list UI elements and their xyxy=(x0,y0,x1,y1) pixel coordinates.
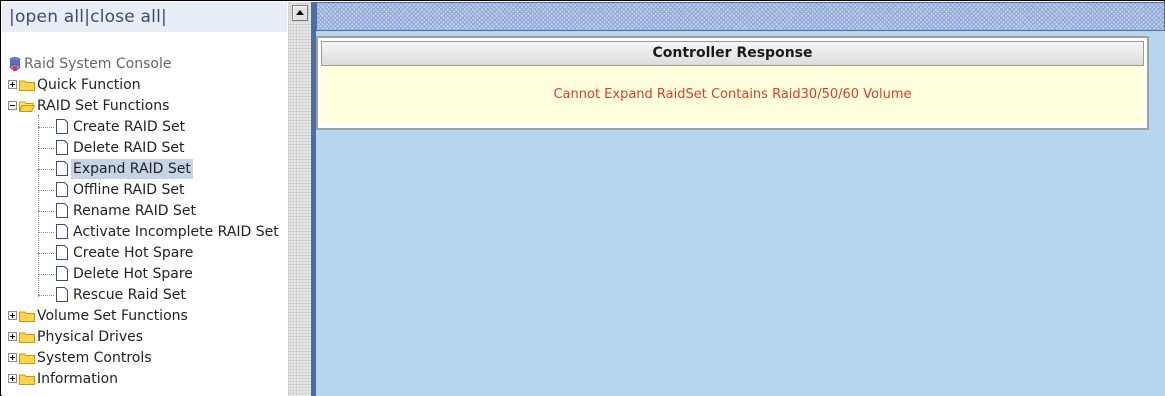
page-icon xyxy=(56,245,68,260)
tree-folder-raid-set-functions[interactable]: RAID Set Functions xyxy=(2,96,288,116)
expand-plus-icon[interactable] xyxy=(8,311,17,320)
tree-item-create-raid-set[interactable]: Create RAID Set xyxy=(2,117,288,137)
error-message: Cannot Expand RaidSet Contains Raid30/50… xyxy=(321,66,1144,124)
tree-item-label: Rename RAID Set xyxy=(73,203,196,219)
tree-folder-volume-set-functions[interactable]: Volume Set Functions xyxy=(2,306,288,326)
tree-toolbar: |open all|close all| xyxy=(2,2,287,32)
tree-item-rescue-raid-set[interactable]: Rescue Raid Set xyxy=(2,285,288,305)
controller-response-panel: Controller Response Cannot Expand RaidSe… xyxy=(316,36,1149,130)
close-all-link[interactable]: close all xyxy=(90,7,161,27)
tree-item-rename-raid-set[interactable]: Rename RAID Set xyxy=(2,201,288,221)
scroll-up-arrow-icon[interactable] xyxy=(292,5,308,21)
tree-item-activate-incomplete-raid-set[interactable]: Activate Incomplete RAID Set xyxy=(2,222,288,242)
tree-item-label: Create RAID Set xyxy=(73,119,186,135)
page-icon xyxy=(56,224,68,239)
tree-folder-quick-function[interactable]: Quick Function xyxy=(2,75,288,95)
page-icon xyxy=(56,119,68,134)
tree-item-delete-hot-spare[interactable]: Delete Hot Spare xyxy=(2,264,288,284)
tree-item-label-selected: Expand RAID Set xyxy=(71,159,193,179)
tree-root-label: Raid System Console xyxy=(24,56,172,72)
expand-plus-icon[interactable] xyxy=(8,353,17,362)
tree-folder-label: Information xyxy=(37,371,119,387)
tree-folder-system-controls[interactable]: System Controls xyxy=(2,348,288,368)
tree-item-label: Delete RAID Set xyxy=(73,140,185,156)
folder-icon xyxy=(19,332,35,343)
content-pane: Controller Response Cannot Expand RaidSe… xyxy=(316,2,1165,396)
page-icon xyxy=(56,140,68,155)
tree-item-label: Rescue Raid Set xyxy=(73,287,186,303)
tree-item-label: Create Hot Spare xyxy=(73,245,194,261)
folder-icon xyxy=(19,80,35,91)
tree-folder-label: RAID Set Functions xyxy=(37,98,170,114)
page-icon xyxy=(56,287,68,302)
expand-plus-icon[interactable] xyxy=(8,332,17,341)
navigation-tree-pane: |open all|close all| Raid System Console… xyxy=(2,2,311,396)
open-close-links: |open all|close all| xyxy=(9,7,167,27)
panel-title: Controller Response xyxy=(321,41,1144,66)
open-all-link[interactable]: open all xyxy=(15,7,84,27)
tree-folder-physical-drives[interactable]: Physical Drives xyxy=(2,327,288,347)
collapse-minus-icon[interactable] xyxy=(8,101,17,110)
tree-item-create-hot-spare[interactable]: Create Hot Spare xyxy=(2,243,288,263)
tree-folder-information[interactable]: Information xyxy=(2,369,288,389)
folder-icon xyxy=(19,374,35,385)
expand-plus-icon[interactable] xyxy=(8,374,17,383)
console-icon xyxy=(9,57,21,71)
page-icon xyxy=(56,182,68,197)
tree-folder-label: Physical Drives xyxy=(37,329,144,345)
page-icon xyxy=(56,266,68,281)
tree-item-offline-raid-set[interactable]: Offline RAID Set xyxy=(2,180,288,200)
open-folder-icon xyxy=(19,101,35,112)
tree-folder-label: Volume Set Functions xyxy=(37,308,188,324)
tree-item-expand-raid-set[interactable]: Expand RAID Set xyxy=(2,159,288,179)
expand-plus-icon[interactable] xyxy=(8,80,17,89)
tree-root[interactable]: Raid System Console xyxy=(2,54,288,74)
folder-icon xyxy=(19,311,35,322)
folder-icon xyxy=(19,353,35,364)
tree-folder-label: Quick Function xyxy=(37,77,141,93)
tree-item-delete-raid-set[interactable]: Delete RAID Set xyxy=(2,138,288,158)
tree-folder-label: System Controls xyxy=(37,350,152,366)
vertical-scrollbar[interactable] xyxy=(288,2,311,396)
page-icon xyxy=(56,203,68,218)
window-frame: |open all|close all| Raid System Console… xyxy=(0,0,1165,396)
content-header-bar xyxy=(316,2,1165,31)
tree-item-label: Delete Hot Spare xyxy=(73,266,193,282)
tree-item-label: Activate Incomplete RAID Set xyxy=(73,224,279,240)
tree-item-label: Offline RAID Set xyxy=(73,182,185,198)
page-icon xyxy=(56,161,68,176)
